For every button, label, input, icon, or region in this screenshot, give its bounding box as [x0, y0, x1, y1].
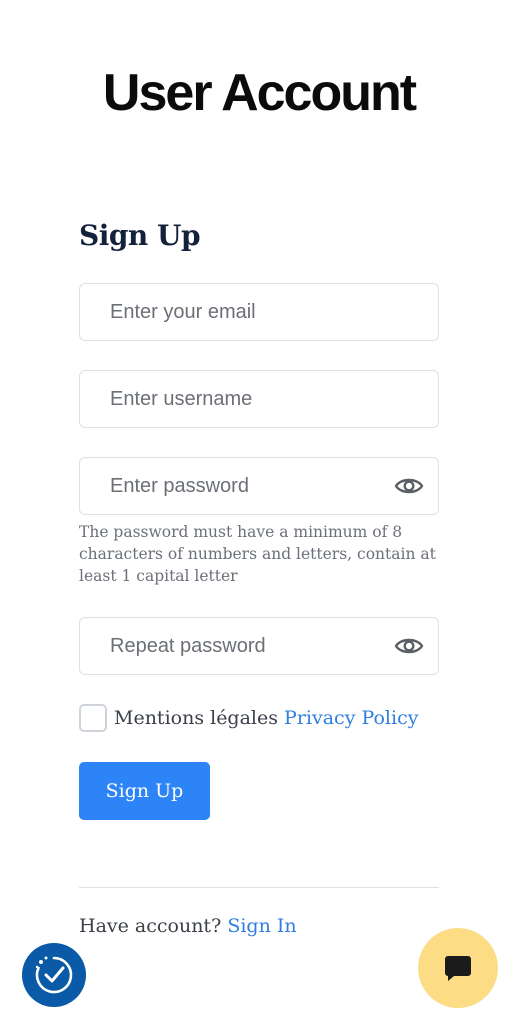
accessibility-check-button[interactable]	[22, 943, 86, 1007]
accessibility-check-icon	[35, 956, 73, 994]
legal-text: Mentions légales Privacy Policy	[114, 707, 418, 729]
chat-icon	[445, 956, 471, 981]
eye-icon[interactable]	[394, 473, 424, 499]
username-input[interactable]	[80, 371, 438, 427]
eye-icon[interactable]	[394, 633, 424, 659]
username-field-wrapper	[79, 370, 439, 428]
form-heading: Sign Up	[79, 219, 201, 252]
email-field-wrapper	[79, 283, 439, 341]
privacy-policy-link[interactable]: Privacy Policy	[284, 707, 418, 729]
sign-up-button[interactable]: Sign Up	[79, 762, 210, 820]
sign-in-link[interactable]: Sign In	[227, 915, 296, 937]
legal-row: Mentions légales Privacy Policy	[79, 703, 439, 733]
password-hint: The password must have a minimum of 8 ch…	[79, 523, 436, 585]
repeat-password-input[interactable]	[80, 618, 438, 674]
page-title: User Account	[102, 63, 417, 122]
divider	[79, 887, 439, 888]
legal-checkbox[interactable]	[79, 704, 107, 732]
legal-label: Mentions légales	[114, 707, 278, 729]
have-account-text: Have account?	[79, 915, 222, 937]
password-input[interactable]	[80, 458, 438, 514]
signup-form: Sign Up The password must have a minimum…	[79, 214, 439, 820]
repeat-password-field-wrapper	[79, 617, 439, 675]
password-field-wrapper	[79, 457, 439, 515]
have-account-row: Have account? Sign In	[79, 915, 297, 937]
chat-button[interactable]	[418, 928, 498, 1008]
email-input[interactable]	[80, 284, 438, 340]
